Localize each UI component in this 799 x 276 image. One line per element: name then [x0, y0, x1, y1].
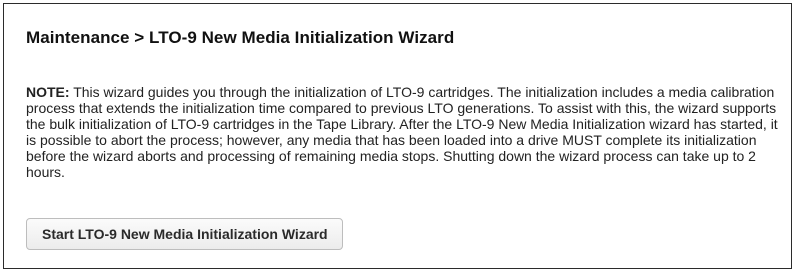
wizard-panel: Maintenance > LTO-9 New Media Initializa…	[3, 3, 792, 269]
start-wizard-button[interactable]: Start LTO-9 New Media Initialization Wiz…	[26, 218, 343, 250]
note-paragraph: NOTE: This wizard guides you through the…	[26, 84, 784, 181]
note-text: This wizard guides you through the initi…	[26, 84, 778, 181]
note-label: NOTE:	[26, 84, 70, 100]
page-title: Maintenance > LTO-9 New Media Initializa…	[26, 28, 455, 47]
